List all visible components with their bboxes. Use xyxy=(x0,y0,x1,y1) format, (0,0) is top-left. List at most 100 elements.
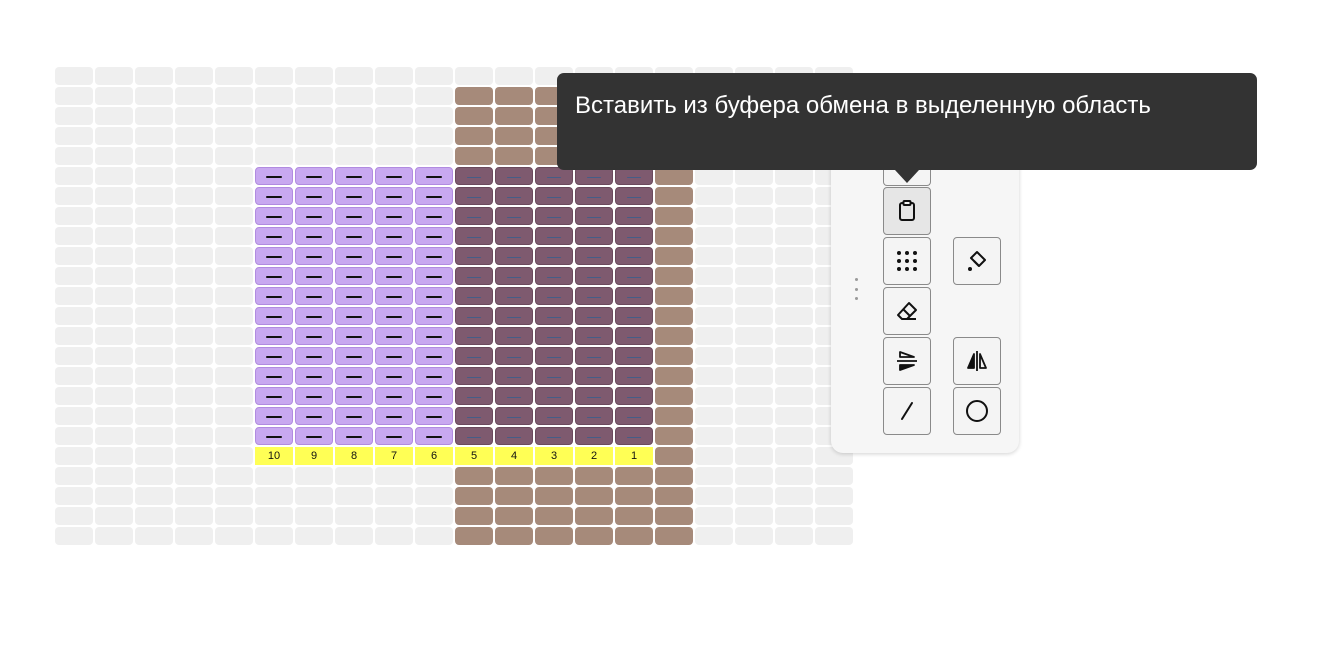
pasted-stitch-cell[interactable] xyxy=(375,227,413,245)
grid-cell[interactable] xyxy=(95,267,133,285)
grid-cell[interactable] xyxy=(335,127,373,145)
grid-cell[interactable] xyxy=(95,67,133,85)
pasted-stitch-cell[interactable] xyxy=(335,287,373,305)
grid-cell[interactable] xyxy=(695,187,733,205)
grid-cell[interactable] xyxy=(135,227,173,245)
selected-stitch-cell[interactable] xyxy=(495,307,533,325)
grid-cell[interactable] xyxy=(135,487,173,505)
selected-stitch-cell[interactable] xyxy=(455,367,493,385)
selected-stitch-cell[interactable] xyxy=(535,307,573,325)
grid-cell[interactable] xyxy=(135,287,173,305)
colored-stitch-cell[interactable] xyxy=(655,267,693,285)
grid-cell[interactable] xyxy=(135,527,173,545)
grid-cell[interactable] xyxy=(695,227,733,245)
grid-cell[interactable] xyxy=(255,127,293,145)
grid-cell[interactable] xyxy=(335,87,373,105)
grid-cell[interactable] xyxy=(375,127,413,145)
grid-cell[interactable] xyxy=(775,367,813,385)
grid-cell[interactable] xyxy=(735,527,773,545)
grid-cell[interactable] xyxy=(375,147,413,165)
grid-cell[interactable] xyxy=(55,467,93,485)
grid-cell[interactable] xyxy=(255,107,293,125)
grid-cell[interactable] xyxy=(375,107,413,125)
grid-cell[interactable] xyxy=(135,307,173,325)
selected-stitch-cell[interactable] xyxy=(535,367,573,385)
pasted-stitch-cell[interactable] xyxy=(295,167,333,185)
colored-stitch-cell[interactable] xyxy=(455,147,493,165)
grid-cell[interactable] xyxy=(695,507,733,525)
grid-cell[interactable] xyxy=(735,307,773,325)
grid-cell[interactable] xyxy=(55,167,93,185)
colored-stitch-cell[interactable] xyxy=(575,507,613,525)
selected-stitch-cell[interactable] xyxy=(575,367,613,385)
selected-stitch-cell[interactable] xyxy=(615,427,653,445)
grid-cell[interactable] xyxy=(175,307,213,325)
selected-stitch-cell[interactable] xyxy=(615,327,653,345)
selected-stitch-cell[interactable] xyxy=(575,327,613,345)
grid-cell[interactable] xyxy=(695,487,733,505)
selected-stitch-cell[interactable] xyxy=(615,347,653,365)
colored-stitch-cell[interactable] xyxy=(455,487,493,505)
colored-stitch-cell[interactable] xyxy=(535,487,573,505)
grid-cell[interactable] xyxy=(735,247,773,265)
grid-cell[interactable] xyxy=(775,487,813,505)
grid-cell[interactable] xyxy=(95,507,133,525)
grid-cell[interactable] xyxy=(335,507,373,525)
grid-cell[interactable] xyxy=(415,67,453,85)
grid-cell[interactable] xyxy=(455,67,493,85)
pasted-stitch-cell[interactable] xyxy=(415,407,453,425)
grid-cell[interactable] xyxy=(415,527,453,545)
pasted-stitch-cell[interactable] xyxy=(415,367,453,385)
grid-cell[interactable] xyxy=(95,347,133,365)
selected-stitch-cell[interactable] xyxy=(575,387,613,405)
pasted-stitch-cell[interactable] xyxy=(415,247,453,265)
selected-stitch-cell[interactable] xyxy=(575,187,613,205)
pasted-stitch-cell[interactable] xyxy=(415,287,453,305)
grid-cell[interactable] xyxy=(415,107,453,125)
grid-cell[interactable] xyxy=(775,267,813,285)
grid-cell[interactable] xyxy=(375,487,413,505)
selected-stitch-cell[interactable] xyxy=(455,227,493,245)
grid-cell[interactable] xyxy=(55,347,93,365)
pasted-stitch-cell[interactable] xyxy=(335,387,373,405)
selected-stitch-cell[interactable] xyxy=(535,227,573,245)
grid-cell[interactable] xyxy=(815,527,853,545)
grid-cell[interactable] xyxy=(215,527,253,545)
grid-cell[interactable] xyxy=(735,467,773,485)
grid-cell[interactable] xyxy=(815,487,853,505)
selected-stitch-cell[interactable] xyxy=(575,287,613,305)
grid-cell[interactable] xyxy=(295,87,333,105)
grid-cell[interactable] xyxy=(55,327,93,345)
grid-cell[interactable] xyxy=(55,407,93,425)
pasted-stitch-cell[interactable] xyxy=(375,207,413,225)
grid-cell[interactable] xyxy=(175,227,213,245)
pasted-stitch-cell[interactable] xyxy=(335,367,373,385)
pasted-stitch-cell[interactable] xyxy=(415,207,453,225)
grid-cell[interactable] xyxy=(135,187,173,205)
colored-stitch-cell[interactable] xyxy=(535,507,573,525)
colored-stitch-cell[interactable] xyxy=(495,507,533,525)
grid-cell[interactable] xyxy=(295,507,333,525)
colored-stitch-cell[interactable] xyxy=(455,507,493,525)
grid-cell[interactable] xyxy=(95,487,133,505)
selected-stitch-cell[interactable] xyxy=(615,287,653,305)
pasted-stitch-cell[interactable] xyxy=(255,227,293,245)
grid-cell[interactable] xyxy=(55,147,93,165)
pasted-stitch-cell[interactable] xyxy=(295,367,333,385)
pasted-stitch-cell[interactable] xyxy=(295,427,333,445)
grid-cell[interactable] xyxy=(815,507,853,525)
circle-tool-button[interactable] xyxy=(953,387,1001,435)
grid-cell[interactable] xyxy=(55,307,93,325)
selected-stitch-cell[interactable] xyxy=(575,227,613,245)
grid-cell[interactable] xyxy=(335,467,373,485)
grid-cell[interactable] xyxy=(775,207,813,225)
pasted-stitch-cell[interactable] xyxy=(295,327,333,345)
colored-stitch-cell[interactable] xyxy=(655,187,693,205)
grid-cell[interactable] xyxy=(775,187,813,205)
colored-stitch-cell[interactable] xyxy=(655,467,693,485)
grid-cell[interactable] xyxy=(215,407,253,425)
colored-stitch-cell[interactable] xyxy=(495,107,533,125)
grid-cell[interactable] xyxy=(695,467,733,485)
grid-cell[interactable] xyxy=(95,467,133,485)
grid-cell[interactable] xyxy=(215,287,253,305)
